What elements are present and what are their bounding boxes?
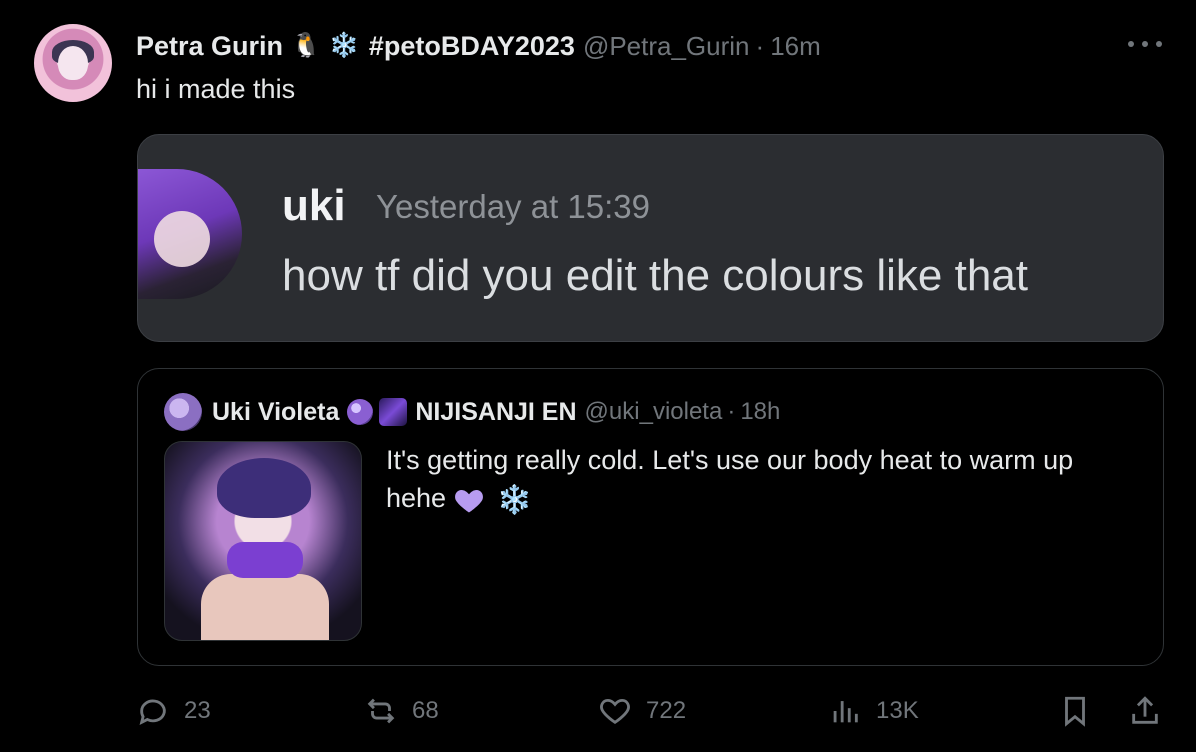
reply-button[interactable]: 23 bbox=[136, 693, 211, 729]
like-count: 722 bbox=[646, 697, 687, 724]
author-avatar[interactable] bbox=[34, 24, 112, 102]
author-handle[interactable]: @Petra_Gurin bbox=[583, 31, 750, 62]
reply-icon bbox=[139, 699, 166, 725]
quote-author-avatar bbox=[164, 393, 202, 431]
quote-org: NIJISANJI EN bbox=[415, 397, 577, 426]
author-name[interactable]: Petra Gurin bbox=[136, 31, 283, 62]
views-count: 13K bbox=[876, 697, 919, 724]
tweet-header: Petra Gurin 🐧 ❄️ #petoBDAY2023 @Petra_Gu… bbox=[136, 30, 821, 62]
purple-heart-icon bbox=[454, 489, 483, 513]
share-button[interactable] bbox=[1128, 693, 1162, 729]
image-coat-shape bbox=[201, 574, 329, 640]
more-dot bbox=[1128, 41, 1134, 47]
views-button[interactable]: 13K bbox=[828, 693, 919, 729]
quote-handle: @uki_violeta bbox=[584, 398, 723, 425]
galaxy-icon bbox=[379, 398, 408, 426]
more-dot bbox=[1142, 41, 1148, 47]
quoted-tweet[interactable]: Uki Violeta NIJISANJI EN @uki_violeta · … bbox=[137, 368, 1164, 666]
snowflake-icon: ❄️ bbox=[497, 483, 532, 515]
discord-message: how tf did you edit the colours like tha… bbox=[282, 251, 1028, 300]
like-button[interactable]: 722 bbox=[598, 693, 686, 729]
reply-count: 23 bbox=[184, 697, 211, 724]
more-icon[interactable] bbox=[1128, 34, 1162, 54]
bookmark-button[interactable] bbox=[1058, 693, 1092, 729]
bookmark-icon bbox=[1065, 696, 1085, 727]
snowflake-emoji: ❄️ bbox=[328, 32, 359, 59]
penguin-emoji: 🐧 bbox=[291, 32, 321, 59]
quote-time: 18h bbox=[740, 398, 781, 425]
share-icon bbox=[1132, 696, 1158, 724]
like-icon bbox=[600, 698, 630, 725]
more-dot bbox=[1156, 41, 1162, 47]
repost-count: 68 bbox=[412, 697, 439, 724]
image-scarf-shape bbox=[227, 542, 303, 578]
tweet-text: hi i made this bbox=[136, 74, 296, 104]
repost-button[interactable]: 68 bbox=[364, 693, 439, 729]
discord-avatar-face-shape bbox=[154, 211, 210, 267]
separator-dot: · bbox=[727, 398, 736, 425]
repost-icon bbox=[367, 698, 395, 724]
separator-dot: · bbox=[755, 30, 765, 61]
avatar-face-shape bbox=[58, 46, 88, 80]
crystal-ball-icon bbox=[347, 399, 374, 425]
discord-avatar bbox=[138, 169, 242, 299]
quote-media-image[interactable] bbox=[164, 441, 362, 641]
quote-text: It's getting really cold. Let's use our … bbox=[386, 445, 1074, 513]
discord-username: uki bbox=[282, 181, 346, 230]
views-icon bbox=[833, 701, 858, 723]
tweet-time[interactable]: 16m bbox=[770, 31, 821, 62]
quote-text-block: It's getting really cold. Let's use our … bbox=[386, 441, 1136, 517]
quote-author-name: Uki Violeta bbox=[212, 397, 340, 426]
discord-timestamp: Yesterday at 15:39 bbox=[376, 188, 650, 225]
image-hair-shape bbox=[217, 458, 311, 518]
author-hashtag: #petoBDAY2023 bbox=[368, 30, 575, 61]
quote-header: Uki Violeta NIJISANJI EN @uki_violeta · … bbox=[212, 395, 780, 429]
discord-screenshot[interactable]: uki Yesterday at 15:39 how tf did you ed… bbox=[137, 134, 1164, 342]
